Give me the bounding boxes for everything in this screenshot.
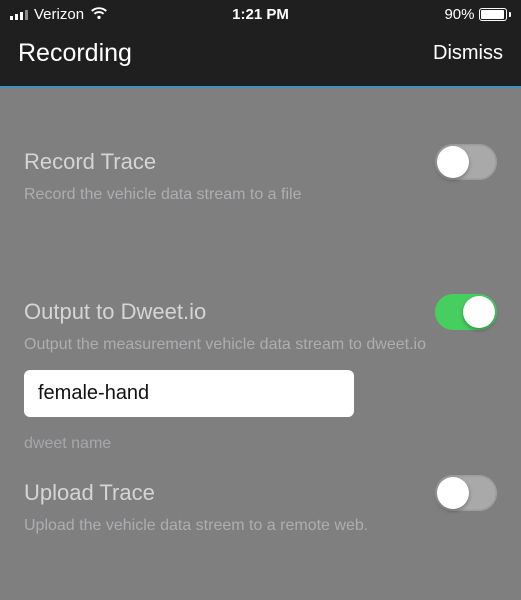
battery-icon <box>479 8 512 21</box>
dweet-name-caption: dweet name <box>24 435 497 453</box>
output-dweet-title: Output to Dweet.io <box>24 299 206 325</box>
cellular-signal-icon <box>10 8 28 20</box>
status-bar-left: Verizon <box>10 6 177 23</box>
upload-trace-section: Upload Trace Upload the vehicle data str… <box>0 453 521 535</box>
output-dweet-subtitle: Output the measurement vehicle data stre… <box>24 336 497 354</box>
battery-percent: 90% <box>444 6 474 23</box>
upload-trace-subtitle: Upload the vehicle data streem to a remo… <box>24 517 497 535</box>
output-dweet-section: Output to Dweet.io Output the measuremen… <box>0 204 521 453</box>
nav-bar: Recording Dismiss <box>0 28 521 88</box>
carrier-label: Verizon <box>34 6 84 23</box>
record-trace-title: Record Trace <box>24 149 156 175</box>
upload-trace-title: Upload Trace <box>24 480 155 506</box>
clock: 1:21 PM <box>177 6 344 23</box>
status-bar-right: 90% <box>344 6 511 23</box>
wifi-icon <box>90 7 108 21</box>
record-trace-subtitle: Record the vehicle data stream to a file <box>24 186 497 204</box>
page-title: Recording <box>18 39 132 68</box>
record-trace-section: Record Trace Record the vehicle data str… <box>0 88 521 204</box>
output-dweet-toggle[interactable] <box>435 294 497 330</box>
record-trace-toggle[interactable] <box>435 144 497 180</box>
content: Record Trace Record the vehicle data str… <box>0 88 521 535</box>
dismiss-button[interactable]: Dismiss <box>433 42 503 65</box>
upload-trace-toggle[interactable] <box>435 475 497 511</box>
status-bar: Verizon 1:21 PM 90% <box>0 0 521 28</box>
dweet-name-input[interactable] <box>24 370 354 417</box>
